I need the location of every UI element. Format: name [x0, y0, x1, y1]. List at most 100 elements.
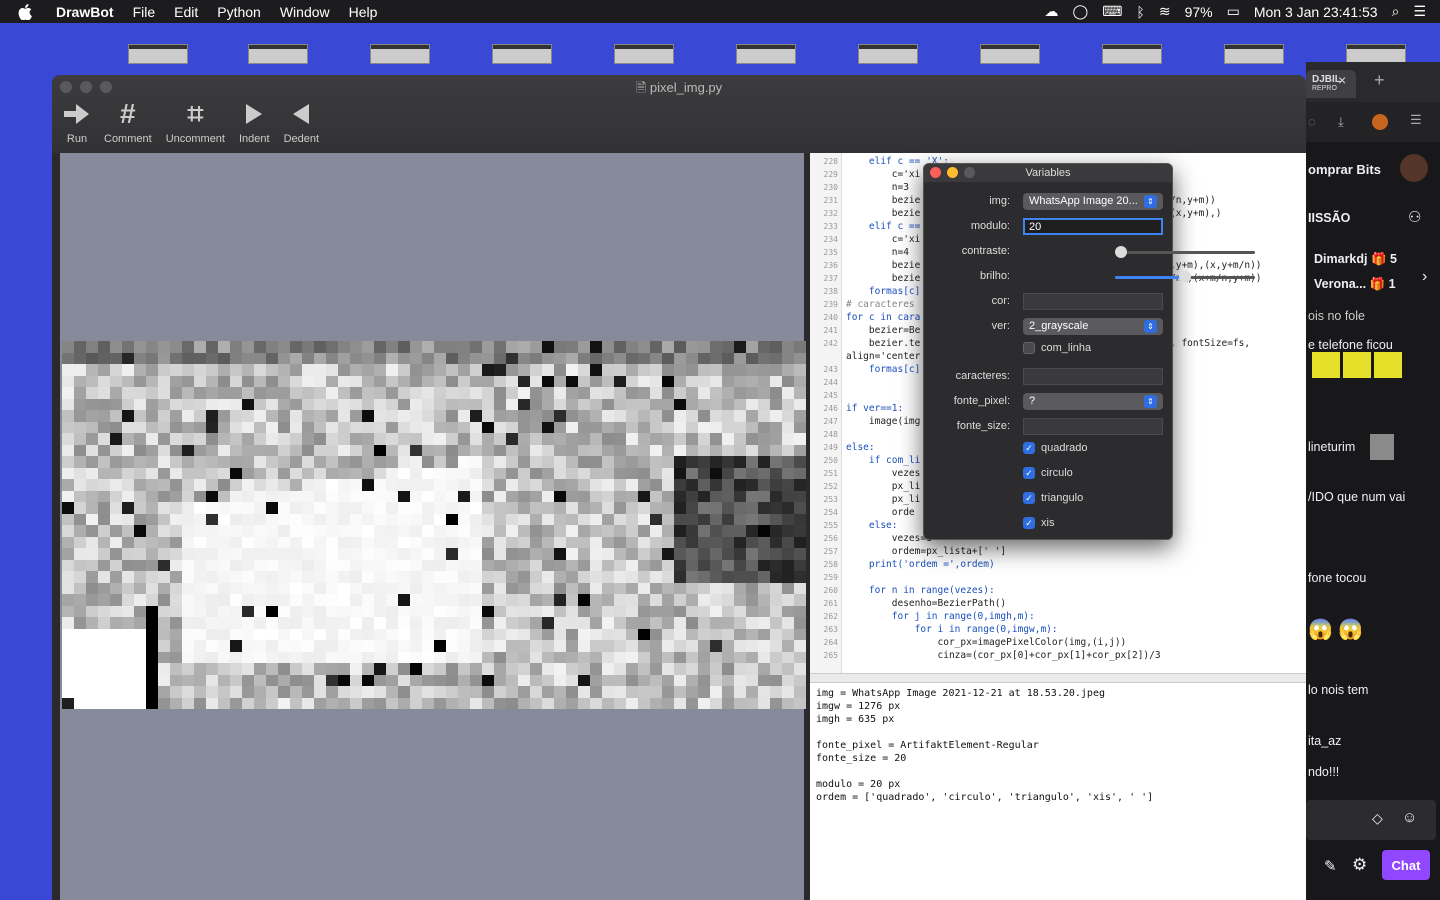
slider-knob[interactable] — [1179, 270, 1191, 283]
profile-avatar[interactable] — [1400, 154, 1428, 182]
chat-button[interactable]: Chat — [1382, 850, 1430, 880]
menu-bar: DrawBot File Edit Python Window Help ☁ ◯… — [0, 0, 1440, 23]
checkbox-icon[interactable] — [1023, 342, 1035, 354]
com-linha-checkbox[interactable]: com_linha — [1023, 342, 1091, 354]
thumbnail[interactable] — [980, 44, 1040, 64]
triangulo-checkbox[interactable]: ✓ triangulo — [1023, 492, 1083, 504]
search-icon[interactable]: ⌕ — [1392, 3, 1400, 20]
thumbnail[interactable] — [1102, 44, 1162, 64]
menu-app-name[interactable]: DrawBot — [56, 4, 114, 20]
line-number: 257 — [823, 547, 838, 556]
ver-popup[interactable]: 2_grayscale ⇕ — [1023, 317, 1163, 335]
thumbnail[interactable] — [1224, 44, 1284, 64]
checkmark-icon[interactable]: ✓ — [1023, 467, 1035, 479]
menu-window[interactable]: Window — [280, 4, 330, 20]
download-icon[interactable]: ⤓ — [1338, 114, 1344, 130]
checkmark-icon[interactable]: ✓ — [1023, 492, 1035, 504]
line-number: 240 — [823, 313, 838, 322]
circulo-checkbox[interactable]: ✓ circulo — [1023, 467, 1073, 479]
line-number: 229 — [823, 170, 838, 179]
menu-file[interactable]: File — [133, 4, 156, 20]
chat-message: fone tocou — [1308, 571, 1367, 585]
fonte-pixel-row: fonte_pixel: ? ⇕ — [924, 391, 1174, 411]
line-number: 238 — [823, 287, 838, 296]
uncomment-button[interactable]: ⌗ Uncomment — [166, 98, 225, 146]
circle-icon[interactable]: ◯ — [1073, 3, 1089, 20]
close-tab-icon[interactable]: × — [1338, 72, 1346, 88]
checkmark-icon[interactable]: ✓ — [1023, 517, 1035, 529]
thumbnail[interactable] — [370, 44, 430, 64]
bluetooth-icon[interactable]: ᛒ — [1136, 4, 1144, 20]
clock[interactable]: Mon 3 Jan 23:41:53 — [1254, 4, 1378, 20]
bits-icon[interactable]: ◇ — [1372, 810, 1383, 827]
control-center-icon[interactable]: ☰ — [1413, 3, 1426, 20]
line-number: 241 — [823, 326, 838, 335]
thumbnail[interactable] — [1346, 44, 1406, 64]
img-label: img: — [989, 195, 1010, 207]
code-line: for c in cara — [846, 312, 921, 323]
brilho-slider[interactable] — [1115, 268, 1255, 285]
keyboard-icon[interactable]: ⌨ — [1102, 3, 1122, 20]
indent-button[interactable]: Indent — [239, 99, 270, 145]
dedent-button[interactable]: Dedent — [284, 99, 319, 145]
line-number: 243 — [823, 365, 838, 374]
emote-icon — [1374, 352, 1402, 378]
apple-menu-icon[interactable] — [18, 3, 40, 20]
cloud-icon[interactable]: ☁ — [1045, 3, 1059, 20]
gift-count: 1 — [1388, 277, 1396, 291]
emoji-icon[interactable]: ☺ — [1402, 809, 1417, 826]
checkmark-icon[interactable]: ✓ — [1023, 442, 1035, 454]
fonte-size-input[interactable] — [1023, 417, 1163, 435]
menu-icon[interactable]: ☰ — [1410, 112, 1422, 128]
thumbnail[interactable] — [492, 44, 552, 64]
variables-close-button[interactable] — [930, 167, 941, 178]
img-popup[interactable]: WhatsApp Image 20... ⇕ — [1023, 192, 1163, 210]
pen-icon[interactable]: ✎ — [1324, 857, 1337, 875]
code-line: else: — [846, 442, 875, 453]
cor-input[interactable] — [1023, 292, 1163, 310]
variables-minimize-button[interactable] — [947, 167, 958, 178]
code-line: formas[c] — [846, 364, 921, 375]
xis-checkbox[interactable]: ✓ xis — [1023, 517, 1054, 529]
comment-button[interactable]: # Comment — [104, 98, 152, 145]
modulo-input[interactable]: 20 — [1023, 217, 1163, 235]
avatar[interactable] — [1372, 114, 1388, 130]
slider-knob[interactable] — [1115, 245, 1127, 258]
variables-zoom-button[interactable] — [964, 167, 975, 178]
caracteres-input[interactable] — [1023, 367, 1163, 385]
thumbnail[interactable] — [736, 44, 796, 64]
thumbnail[interactable] — [248, 44, 308, 64]
fonte-size-label: fonte_size: — [956, 420, 1010, 432]
wifi-icon[interactable]: ≋ — [1159, 3, 1171, 20]
code-line: cinza=(cor_px[0]+cor_px[1]+cor_px[2])/3 — [846, 650, 1161, 661]
thumbnail[interactable] — [614, 44, 674, 64]
get-bits-button[interactable]: omprar Bits — [1308, 162, 1381, 177]
thumbnail[interactable] — [128, 44, 188, 64]
modulo-label: modulo: — [970, 220, 1010, 232]
battery-icon[interactable]: ▭ — [1227, 3, 1240, 20]
canvas-preview[interactable] — [60, 153, 806, 900]
shield-icon[interactable]: ◌ — [1308, 114, 1316, 129]
chat-input[interactable]: ◇ ☺ — [1306, 800, 1436, 840]
fonte-pixel-popup[interactable]: ? ⇕ — [1023, 392, 1163, 410]
thumbnail[interactable] — [858, 44, 918, 64]
split-divider[interactable] — [810, 673, 1306, 683]
run-button[interactable]: Run — [64, 99, 90, 145]
menu-python[interactable]: Python — [217, 4, 261, 20]
menu-edit[interactable]: Edit — [174, 4, 198, 20]
quadrado-checkbox[interactable]: ✓ quadrado — [1023, 442, 1088, 454]
line-number: 248 — [823, 430, 838, 439]
line-number: 236 — [823, 261, 838, 270]
ver-label: ver: — [991, 320, 1010, 332]
emote-row — [1312, 352, 1402, 378]
line-number: 228 — [823, 157, 838, 166]
browser-tab[interactable]: DJBIL REPRO — [1306, 70, 1356, 98]
gear-icon[interactable]: ⚙ — [1352, 855, 1367, 875]
users-icon[interactable]: ⚇ — [1408, 208, 1421, 226]
battery-percent[interactable]: 97% — [1185, 4, 1213, 20]
line-number: 232 — [823, 209, 838, 218]
chevron-right-icon[interactable]: › — [1422, 268, 1427, 286]
contraste-slider[interactable] — [1115, 243, 1255, 260]
new-tab-icon[interactable]: + — [1374, 70, 1385, 91]
menu-help[interactable]: Help — [349, 4, 378, 20]
